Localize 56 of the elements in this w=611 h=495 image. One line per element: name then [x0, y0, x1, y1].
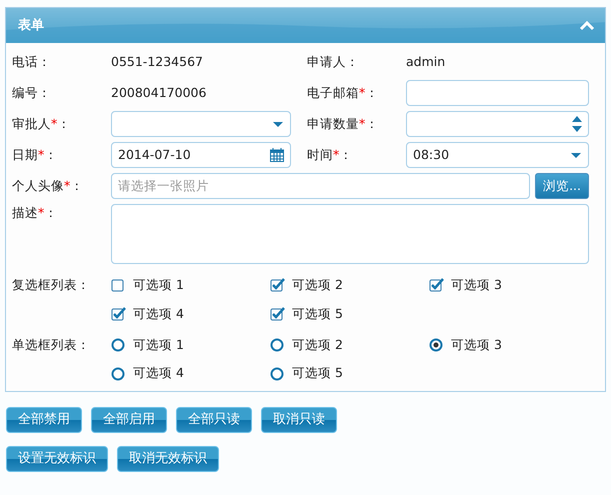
checkbox[interactable]: [429, 278, 444, 292]
option-label: 可选项 5: [292, 364, 343, 382]
field-label: 审批人*：: [12, 114, 72, 133]
field-label: 申请数量*：: [307, 114, 380, 133]
action-button[interactable]: 设置无效标识: [6, 446, 108, 472]
option-label: 可选项 2: [292, 336, 343, 354]
field-value: 2014-07-10: [118, 146, 191, 164]
text-input[interactable]: [406, 80, 589, 106]
action-button[interactable]: 取消无效标识: [117, 446, 219, 472]
file-field[interactable]: 请选择一张照片: [111, 173, 530, 199]
browse-button[interactable]: 浏览...: [535, 173, 589, 199]
panel-title: 表单: [18, 16, 44, 35]
radio-button[interactable]: [111, 366, 126, 381]
field-value: admin: [406, 52, 446, 71]
field-label: 电子邮箱*：: [307, 84, 380, 102]
calendar-icon[interactable]: [270, 148, 284, 162]
radio-button[interactable]: [270, 338, 285, 352]
action-button[interactable]: 全部禁用: [6, 407, 82, 433]
field-label: 日期*：: [12, 146, 58, 164]
field-label: 描述*：: [12, 204, 58, 222]
placeholder-text: 请选择一张照片: [118, 176, 209, 195]
action-button[interactable]: 全部启用: [91, 407, 167, 433]
checkbox[interactable]: [270, 278, 285, 292]
checkbox[interactable]: [111, 278, 126, 292]
collapse-icon[interactable]: [579, 20, 595, 32]
field-value: 08:30: [413, 146, 450, 164]
dropdown[interactable]: 08:30: [406, 142, 589, 168]
spinner-icon[interactable]: [572, 116, 582, 132]
field-value: 0551-1234567: [111, 52, 204, 71]
field-label: 电话：: [12, 52, 52, 71]
field-label: 申请人：: [307, 52, 360, 71]
radio-button[interactable]: [270, 366, 285, 381]
date-field[interactable]: 2014-07-10: [111, 142, 291, 168]
caret-icon[interactable]: [570, 152, 582, 158]
number-field[interactable]: [406, 111, 589, 137]
action-button[interactable]: 全部只读: [176, 407, 252, 433]
option-label: 可选项 3: [451, 336, 502, 354]
field-label: 编号：: [12, 84, 52, 102]
radio-button[interactable]: [111, 338, 126, 352]
caret-icon[interactable]: [272, 120, 284, 128]
option-label: 可选项 1: [133, 336, 184, 354]
option-label: 可选项 3: [451, 276, 502, 294]
field-label: 个人头像*：: [12, 176, 84, 195]
field-label: 时间*：: [307, 146, 354, 164]
checkbox[interactable]: [111, 307, 126, 322]
option-label: 可选项 4: [133, 364, 184, 382]
list-label: 复选框列表：: [12, 276, 91, 294]
checkbox[interactable]: [270, 307, 285, 322]
option-label: 可选项 4: [133, 304, 184, 323]
list-label: 单选框列表：: [12, 336, 91, 354]
action-button[interactable]: 取消只读: [261, 407, 337, 433]
option-label: 可选项 5: [292, 304, 343, 323]
radio-button[interactable]: [429, 338, 444, 352]
field-value: 200804170006: [111, 84, 208, 102]
option-label: 可选项 1: [133, 276, 184, 294]
option-label: 可选项 2: [292, 276, 343, 294]
